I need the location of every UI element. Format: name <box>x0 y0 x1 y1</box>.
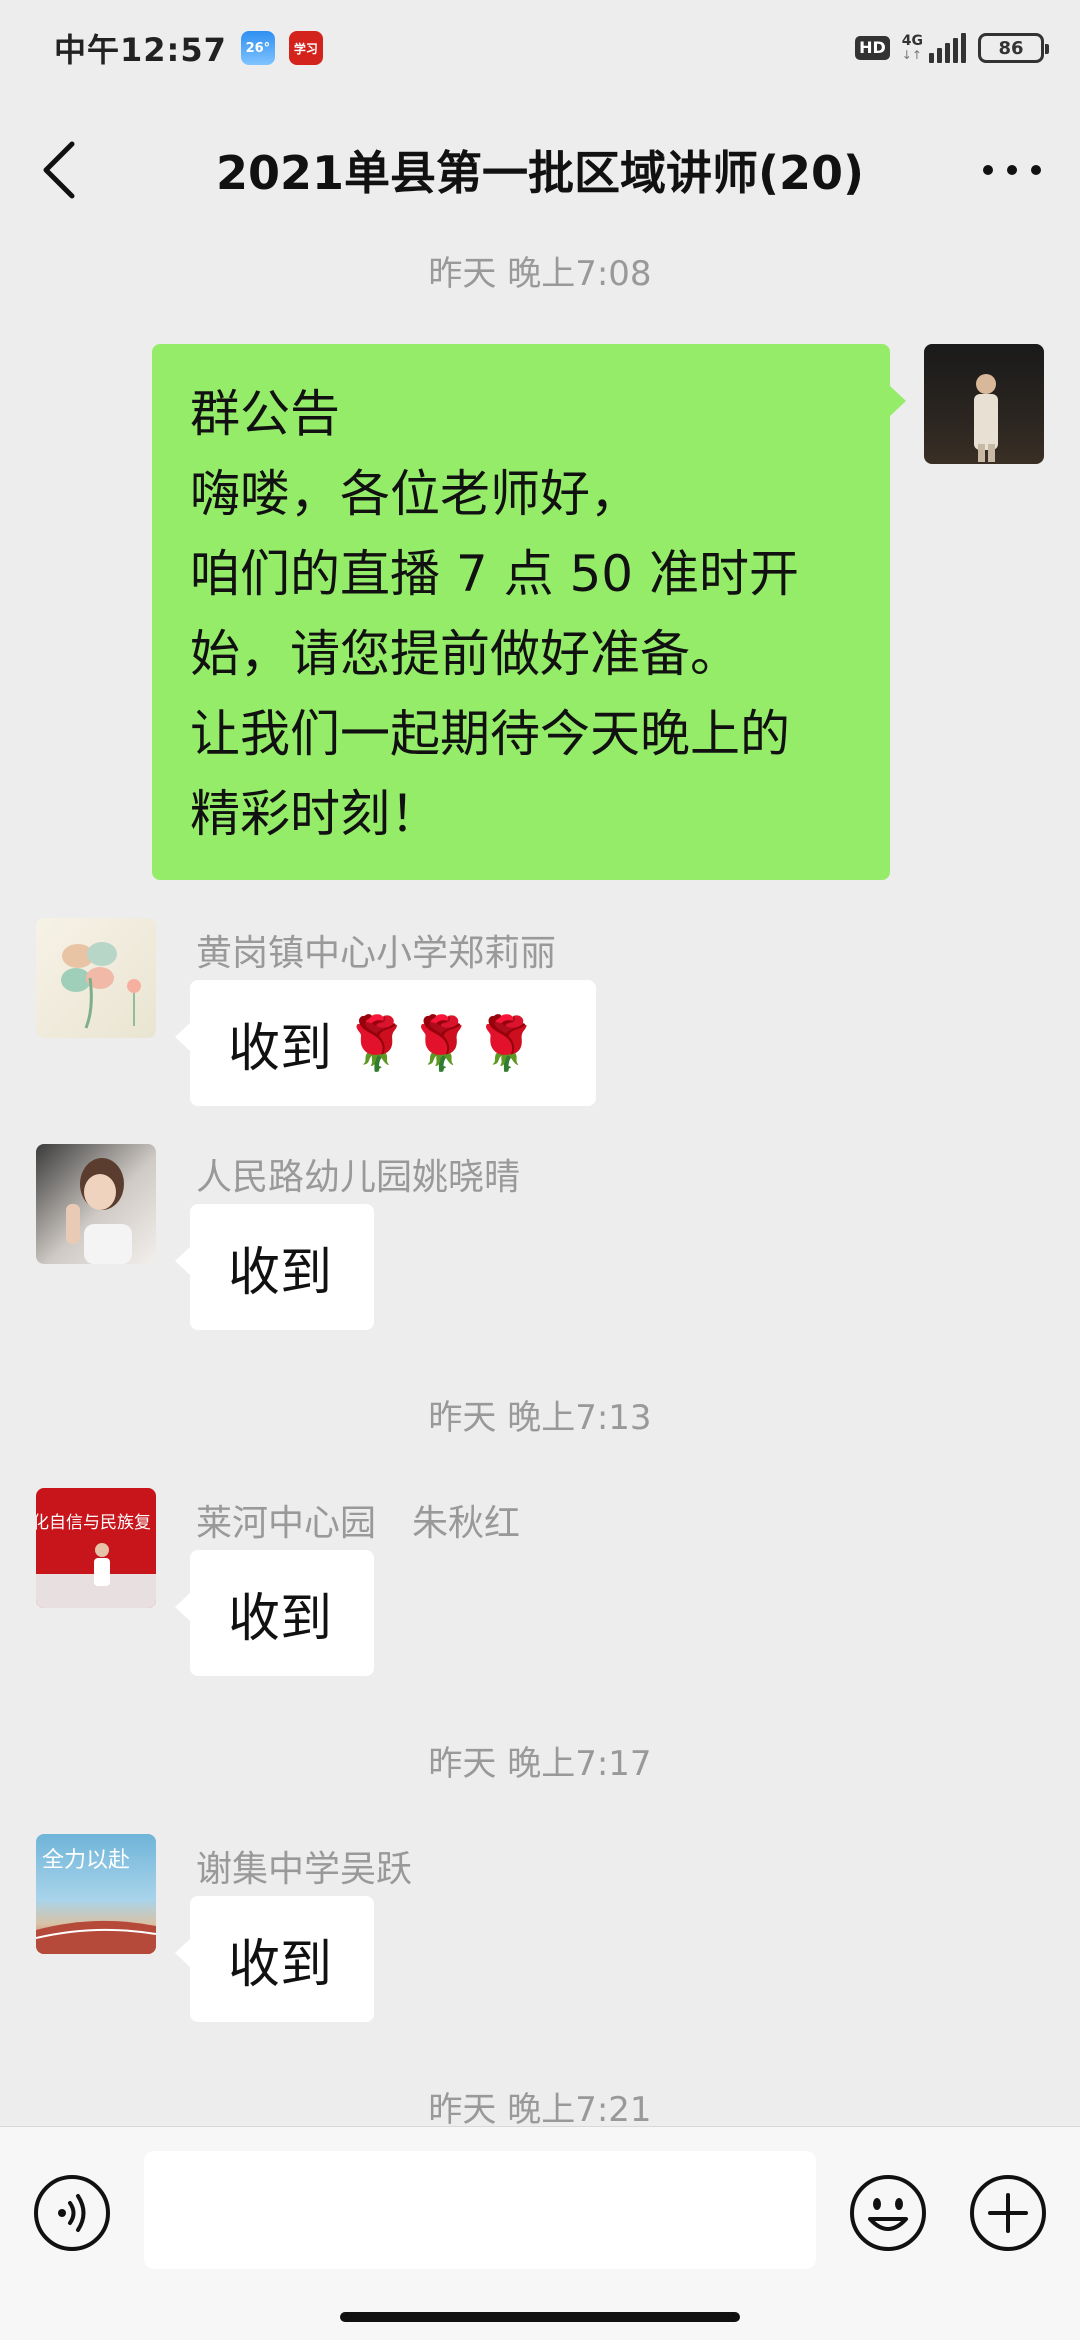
announcement-line: 精彩时刻！ <box>190 785 440 843</box>
sender-name: 人民路幼儿园姚晓晴 <box>196 1157 521 1198</box>
plus-icon[interactable] <box>968 2173 1048 2253</box>
signal-icon <box>929 33 966 63</box>
incoming-message-bubble[interactable]: 收到 <box>175 1550 374 1676</box>
announcement-line: 让我们一起期待今天晚上的 <box>190 705 790 763</box>
sender-avatar[interactable] <box>36 1144 156 1264</box>
rose-emoji: 🌹🌹🌹 <box>344 1013 539 1074</box>
network-arrows: ↓↑ <box>901 48 922 62</box>
sender-avatar[interactable]: 化自信与民族复 <box>36 1488 156 1608</box>
message-timestamp: 昨天 晚上7:08 <box>428 254 652 294</box>
message-timestamp: 昨天 晚上7:21 <box>428 2090 652 2130</box>
network-type: 4G <box>901 33 923 49</box>
sender-name: 黄岗镇中心小学郑莉丽 <box>196 933 557 974</box>
xuexi-app-icon: 学习 <box>288 31 323 65</box>
sender-avatar[interactable]: 全力以赴 <box>36 1834 156 1954</box>
sender-avatar[interactable] <box>36 918 156 1038</box>
voice-icon[interactable] <box>32 2173 112 2253</box>
hd-badge: HD <box>855 36 890 60</box>
back-button[interactable] <box>36 136 84 204</box>
message-text: 收到 <box>228 1018 333 1079</box>
message-timestamp: 昨天 晚上7:13 <box>428 1398 652 1438</box>
sender-name: 谢集中学吴跃 <box>196 1849 413 1890</box>
more-options-button[interactable] <box>980 150 1044 190</box>
announcement-line: 嗨喽，各位老师好， <box>190 465 640 523</box>
home-indicator[interactable] <box>340 2312 740 2322</box>
sender-name: 莱河中心园 朱秋红 <box>196 1503 521 1544</box>
status-indicators: HD 4G ↓↑ 86 <box>855 33 1049 63</box>
incoming-message-bubble[interactable]: 收到 🌹🌹🌹 <box>175 980 596 1106</box>
incoming-message-bubble[interactable]: 收到 <box>175 1204 374 1330</box>
announcement-title: 群公告 <box>190 385 340 443</box>
my-avatar[interactable] <box>924 344 1044 464</box>
status-time: 中午12:57 <box>54 31 227 69</box>
incoming-message-bubble[interactable]: 收到 <box>175 1896 374 2022</box>
weather-icon: 26° <box>240 31 275 65</box>
network-indicator: 4G ↓↑ <box>902 34 923 62</box>
message-text: 收到 <box>228 1242 333 1303</box>
message-input[interactable] <box>144 2151 816 2269</box>
announcement-line: 始，请您提前做好准备。 <box>190 625 740 683</box>
message-timestamp: 昨天 晚上7:17 <box>428 1744 652 1784</box>
emoji-icon[interactable] <box>848 2173 928 2253</box>
chat-title: 2021单县第一批区域讲师(20) <box>215 146 865 200</box>
chat-input-bar <box>0 2126 1080 2340</box>
battery-icon: 86 <box>978 33 1049 63</box>
message-text: 收到 <box>228 1588 333 1649</box>
message-text: 收到 <box>228 1934 333 1995</box>
status-bar: 中午12:57 26° 学习 HD 4G ↓↑ 86 <box>0 0 1080 96</box>
outgoing-message-bubble[interactable]: 群公告 嗨喽，各位老师好， 咱们的直播 7 点 50 准时开 始，请您提前做好准… <box>152 344 906 880</box>
announcement-line: 咱们的直播 7 点 50 准时开 <box>190 545 800 603</box>
chat-header: 2021单县第一批区域讲师(20) <box>0 96 1080 244</box>
battery-level: 86 <box>998 37 1024 59</box>
